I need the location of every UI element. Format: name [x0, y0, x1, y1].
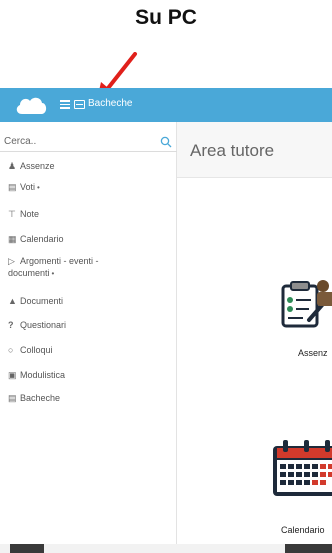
page-title: Area tutore: [190, 141, 275, 160]
question-icon: ?: [8, 320, 14, 330]
sidebar-item-colloqui[interactable]: ○ Colloqui: [8, 344, 168, 356]
sidebar: ♟Assenze ▤Voti• ⊤Note ▦Calendario ▷Argom…: [0, 122, 177, 553]
tile-assenze-label[interactable]: Assenz: [298, 348, 328, 358]
sidebar-item-questionari[interactable]: ? Questionari: [8, 319, 168, 331]
comments-icon: ○: [8, 345, 14, 355]
bottom-bar-left: [10, 544, 44, 553]
notification-dot: •: [51, 269, 55, 278]
sidebar-item-documenti[interactable]: ▲ Documenti: [8, 295, 168, 307]
tile-calendario-label[interactable]: Calendario: [281, 525, 325, 535]
sidebar-item-voti[interactable]: ▤ Voti •: [8, 181, 168, 194]
institution-icon: ▤: [8, 182, 17, 192]
sidebar-item-bacheche[interactable]: ▤ Bacheche: [8, 392, 168, 404]
attendance-clipboard-icon[interactable]: [279, 276, 332, 328]
cloud-logo-icon[interactable]: [14, 94, 48, 116]
top-navbar: Bacheche: [0, 88, 332, 122]
main-header: Area tutore: [177, 122, 332, 178]
topbar-title[interactable]: Bacheche: [88, 98, 132, 109]
sidebar-item-note[interactable]: ⊤ Note: [8, 208, 168, 220]
bottom-bar-right: [285, 544, 332, 553]
search-input[interactable]: [4, 133, 154, 149]
sidebar-item-argomenti[interactable]: ▷ Argomenti - eventi - documenti •: [8, 255, 168, 280]
board-icon: [74, 100, 85, 109]
board-icon: ▤: [8, 393, 17, 403]
folder-open-icon: ▷: [8, 256, 15, 266]
sidebar-item-assenze[interactable]: ♟ Assenze: [8, 160, 168, 172]
main-content: Area tutore Assenz Calendario: [177, 122, 332, 544]
sidebar-item-modulistica[interactable]: ▣ Modulistica: [8, 369, 168, 381]
briefcase-icon: ▣: [8, 370, 17, 380]
calendar-icon: ▦: [8, 234, 17, 244]
calendar-large-icon[interactable]: [271, 438, 332, 498]
user-icon: ♟: [8, 161, 17, 171]
pin-icon: ⊤: [8, 209, 16, 219]
search-bar: [0, 132, 177, 152]
caption-su-pc: Su PC: [135, 6, 197, 29]
bottom-strip: [0, 544, 332, 553]
graduation-cap-icon: ▲: [8, 296, 17, 306]
sidebar-item-calendario[interactable]: ▦ Calendario: [8, 233, 168, 245]
notification-dot: •: [37, 183, 40, 192]
search-icon[interactable]: [160, 136, 172, 148]
hamburger-menu-icon[interactable]: [60, 100, 70, 109]
